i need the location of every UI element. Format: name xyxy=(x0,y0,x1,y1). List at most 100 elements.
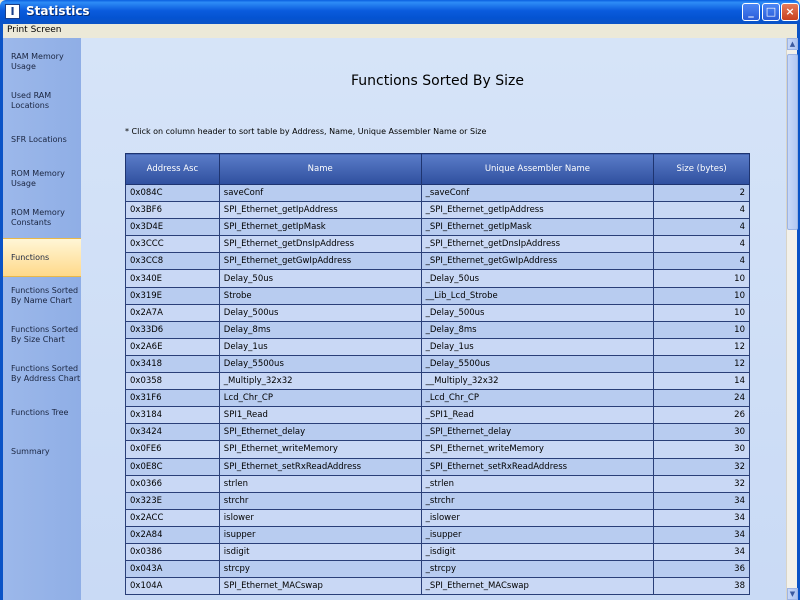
cell-size: 36 xyxy=(653,560,750,579)
cell-address: 0x3CCC xyxy=(125,235,220,254)
sidebar-item-functions-by-size-chart[interactable]: Functions Sorted By Size Chart xyxy=(3,315,81,354)
scroll-up-icon[interactable]: ▲ xyxy=(787,38,798,50)
cell-name: SPI_Ethernet_getIpAddress xyxy=(218,201,422,220)
cell-assembler-name: _isdigit xyxy=(420,542,655,562)
cell-address: 0x084C xyxy=(125,183,220,203)
column-header-size[interactable]: Size (bytes) xyxy=(653,153,750,185)
maximize-button[interactable]: □ xyxy=(762,3,780,21)
sidebar-item-rom-memory-usage[interactable]: ROM Memory Usage xyxy=(3,159,81,198)
table-header-row: Address Asc Name Unique Assembler Name S… xyxy=(125,153,750,185)
scrollbar-thumb[interactable] xyxy=(787,54,798,230)
table-row: 0x2ACC islower _islower 34 xyxy=(125,508,750,527)
cell-address: 0x3424 xyxy=(125,423,220,442)
menu-bar: Print Screen xyxy=(0,24,800,38)
cell-assembler-name: _Delay_5500us xyxy=(420,354,655,374)
table-row: 0x2A7A Delay_500us _Delay_500us 10 xyxy=(125,303,750,322)
cell-name: SPI_Ethernet_getIpMask xyxy=(218,218,422,237)
sidebar-item-used-ram-locations[interactable]: Used RAM Locations xyxy=(3,81,81,120)
cell-size: 30 xyxy=(653,440,750,459)
cell-name: isdigit xyxy=(218,542,422,562)
cell-name: SPI_Ethernet_MACswap xyxy=(218,577,422,596)
cell-assembler-name: _SPI_Ethernet_getDnsIpAddress xyxy=(420,235,655,254)
cell-size: 10 xyxy=(653,269,750,288)
cell-address: 0x0FE6 xyxy=(125,440,220,459)
sidebar-item-functions-by-address-chart[interactable]: Functions Sorted By Address Chart xyxy=(3,354,81,393)
cell-name: Delay_5500us xyxy=(218,354,422,374)
cell-name: _Multiply_32x32 xyxy=(218,372,422,391)
cell-assembler-name: _SPI_Ethernet_getIpAddress xyxy=(420,201,655,220)
sidebar-item-functions-tree[interactable]: Functions Tree xyxy=(3,393,81,432)
cell-name: SPI_Ethernet_delay xyxy=(218,423,422,442)
cell-assembler-name: _Lcd_Chr_CP xyxy=(420,389,655,408)
cell-address: 0x104A xyxy=(125,577,220,596)
cell-address: 0x043A xyxy=(125,560,220,579)
cell-size: 10 xyxy=(653,286,750,305)
cell-size: 2 xyxy=(653,183,750,203)
cell-assembler-name: _SPI_Ethernet_setRxReadAddress xyxy=(420,457,655,476)
cell-size: 4 xyxy=(653,218,750,237)
cell-assembler-name: _strcpy xyxy=(420,560,655,579)
cell-address: 0x319E xyxy=(125,286,220,305)
table-row: 0x340E Delay_50us _Delay_50us 10 xyxy=(125,269,750,288)
cell-size: 12 xyxy=(653,337,750,356)
table-row: 0x3424 SPI_Ethernet_delay _SPI_Ethernet_de… xyxy=(125,423,750,442)
vertical-scrollbar[interactable]: ▲ ▼ xyxy=(786,38,798,600)
cell-address: 0x340E xyxy=(125,269,220,288)
cell-assembler-name: _strlen xyxy=(420,474,655,493)
cell-name: Lcd_Chr_CP xyxy=(218,389,422,408)
cell-size: 38 xyxy=(653,577,750,596)
column-header-assembler-name[interactable]: Unique Assembler Name xyxy=(420,153,655,185)
table-row: 0x0366 strlen _strlen 32 xyxy=(125,474,750,493)
table-row: 0x31F6 Lcd_Chr_CP _Lcd_Chr_CP 24 xyxy=(125,389,750,408)
cell-name: strchr xyxy=(218,491,422,510)
scroll-down-icon[interactable]: ▼ xyxy=(787,588,798,600)
cell-name: Delay_50us xyxy=(218,269,422,288)
table-body: 0x084C saveConf _saveConf 2 0x3BF6 SPI_Ethern… xyxy=(125,183,750,596)
cell-assembler-name: __Multiply_32x32 xyxy=(420,372,655,391)
column-header-address[interactable]: Address Asc xyxy=(125,153,220,185)
column-header-name[interactable]: Name xyxy=(218,153,422,185)
table-row: 0x0386 isdigit _isdigit 34 xyxy=(125,542,750,562)
sidebar-item-summary[interactable]: Summary xyxy=(3,432,81,471)
minimize-button[interactable]: _ xyxy=(742,3,760,21)
page-title: Functions Sorted By Size xyxy=(350,73,525,89)
cell-assembler-name: _SPI_Ethernet_writeMemory xyxy=(420,440,655,459)
cell-name: saveConf xyxy=(218,183,422,203)
sidebar-item-functions[interactable]: Functions xyxy=(3,238,81,277)
sort-hint: * Click on column header to sort table b… xyxy=(125,127,487,136)
cell-assembler-name: _Delay_1us xyxy=(420,337,655,356)
cell-assembler-name: _saveConf xyxy=(420,183,655,203)
cell-size: 10 xyxy=(653,303,750,322)
cell-assembler-name: _Delay_500us xyxy=(420,303,655,322)
cell-address: 0x323E xyxy=(125,491,220,510)
table-row: 0x3418 Delay_5500us _Delay_5500us 12 xyxy=(125,354,750,374)
table-row: 0x3CC8 SPI_Ethernet_getGwIpAddress _SPI_Et… xyxy=(125,252,750,271)
table-row: 0x33D6 Delay_8ms _Delay_8ms 10 xyxy=(125,320,750,339)
cell-size: 4 xyxy=(653,235,750,254)
table-row: 0x084C saveConf _saveConf 2 xyxy=(125,183,750,203)
table-row: 0x3184 SPI1_Read _SPI1_Read 26 xyxy=(125,406,750,425)
cell-assembler-name: _SPI_Ethernet_getGwIpAddress xyxy=(420,252,655,271)
sidebar-item-ram-memory-usage[interactable]: RAM Memory Usage xyxy=(3,42,81,81)
sidebar-item-rom-memory-constants[interactable]: ROM Memory Constants xyxy=(3,198,81,237)
functions-table: Address Asc Name Unique Assembler Name S… xyxy=(125,153,750,596)
cell-size: 34 xyxy=(653,542,750,562)
sidebar: RAM Memory Usage Used RAM Locations SFR … xyxy=(3,38,81,600)
cell-assembler-name: _Delay_50us xyxy=(420,269,655,288)
sidebar-item-functions-by-name-chart[interactable]: Functions Sorted By Name Chart xyxy=(3,276,81,315)
cell-name: SPI_Ethernet_getDnsIpAddress xyxy=(218,235,422,254)
table-row: 0x0E8C SPI_Ethernet_setRxReadAddress _SPI_… xyxy=(125,457,750,476)
cell-address: 0x3184 xyxy=(125,406,220,425)
cell-address: 0x2ACC xyxy=(125,508,220,527)
cell-size: 26 xyxy=(653,406,750,425)
close-button[interactable]: × xyxy=(781,3,799,21)
sidebar-item-sfr-locations[interactable]: SFR Locations xyxy=(3,120,81,159)
cell-size: 32 xyxy=(653,474,750,493)
table-row: 0x104A SPI_Ethernet_MACswap _SPI_Ethernet_… xyxy=(125,577,750,596)
cell-size: 34 xyxy=(653,508,750,527)
cell-name: SPI1_Read xyxy=(218,406,422,425)
title-bar[interactable]: I Statistics _ □ × xyxy=(0,0,800,24)
cell-address: 0x33D6 xyxy=(125,320,220,339)
cell-assembler-name: _SPI1_Read xyxy=(420,406,655,425)
menu-print-screen[interactable]: Print Screen xyxy=(7,25,62,35)
